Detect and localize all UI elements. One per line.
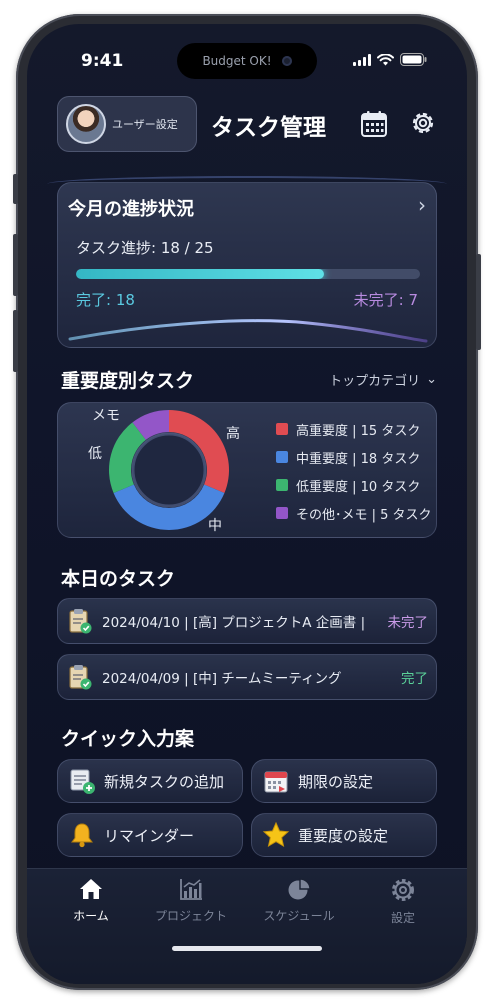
top-category-label: トップカテゴリ	[329, 374, 421, 389]
avatar	[66, 104, 106, 144]
island-text: Budget OK!	[202, 54, 272, 68]
legend-label: 低重要度 | 10 タスク	[296, 479, 421, 495]
set-deadline-label: 期限の設定	[298, 772, 374, 791]
battery-icon	[400, 53, 427, 66]
pie-chart-icon	[288, 878, 311, 900]
legend-swatch	[276, 507, 288, 519]
bottom-tab-bar: ホーム プロジェクト スケジュール 設定	[27, 868, 467, 984]
completed-count: 完了: 18	[76, 291, 135, 309]
donut-label-low: 低	[88, 446, 102, 462]
reminder-button[interactable]: リマインダー	[57, 813, 243, 857]
priority-section-title: 重要度別タスク	[61, 370, 195, 392]
legend-row-high: 高重要度 | 15 タスク	[276, 415, 432, 443]
task-row[interactable]: 2024/04/10 | [高] プロジェクトA 企画書 | 未完了	[57, 598, 437, 644]
add-task-label: 新規タスクの追加	[104, 772, 225, 791]
dynamic-island: Budget OK!	[177, 43, 317, 79]
set-priority-label: 重要度の設定	[298, 826, 389, 845]
set-priority-button[interactable]: 重要度の設定	[251, 813, 437, 857]
legend-row-low: 低重要度 | 10 タスク	[276, 471, 432, 499]
home-icon	[80, 879, 102, 899]
top-category-dropdown[interactable]: トップカテゴリ ⌄	[329, 370, 437, 389]
legend-row-mid: 中重要度 | 18 タスク	[276, 443, 432, 471]
tab-label: プロジェクト	[154, 909, 227, 923]
tab-settings[interactable]: 設定	[358, 877, 448, 926]
add-task-button[interactable]: 新規タスクの追加	[57, 759, 243, 803]
priority-legend: 高重要度 | 15 タスク 中重要度 | 18 タスク 低重要度 | 10 タス…	[276, 415, 432, 527]
calendar-icon[interactable]	[360, 110, 388, 138]
task-row[interactable]: 2024/04/09 | [中] チームミーティング 完了	[57, 654, 437, 700]
legend-label: 高重要度 | 15 タスク	[296, 423, 421, 439]
status-time: 9:41	[81, 51, 124, 71]
app-screen: 9:41 Budget OK! ユーザー設定 タスク管理 今月の進捗状況 › タ…	[27, 24, 467, 984]
user-settings-button[interactable]: ユーザー設定	[57, 96, 197, 152]
legend-row-memo: その他･メモ | 5 タスク	[276, 499, 432, 527]
add-task-icon	[70, 769, 95, 794]
incomplete-count: 未完了: 7	[353, 291, 418, 309]
bell-icon	[71, 823, 93, 848]
app-header: ユーザー設定 タスク管理	[27, 96, 467, 186]
progress-card-title: 今月の進捗状況	[68, 199, 194, 220]
donut-label-high: 高	[226, 426, 240, 442]
status-icons	[353, 53, 427, 66]
task-clipboard-icon	[69, 665, 92, 690]
task-text: 2024/04/10 | [高] プロジェクトA 企画書 |	[102, 615, 366, 631]
task-clipboard-icon	[69, 609, 92, 634]
star-icon	[262, 821, 290, 848]
quick-section-title: クイック入力案	[61, 728, 195, 750]
progress-bar-fill	[76, 269, 324, 279]
legend-swatch	[276, 451, 288, 463]
donut-label-mid: 中	[208, 518, 222, 534]
bar-chart-icon	[180, 879, 202, 900]
legend-label: 中重要度 | 18 タスク	[296, 451, 421, 467]
priority-chart-card: メモ 低 高 中 高重要度 | 15 タスク 中重要度 | 18 タスク 低重要…	[57, 402, 437, 538]
monthly-progress-card[interactable]: 今月の進捗状況 › タスク進捗: 18 / 25 完了: 18 未完了: 7	[57, 182, 437, 348]
settings-gear-icon[interactable]	[408, 108, 438, 138]
legend-swatch	[276, 479, 288, 491]
tab-project[interactable]: プロジェクト	[146, 877, 236, 924]
tab-label: スケジュール	[263, 909, 335, 923]
calendar-icon	[264, 771, 288, 793]
task-status: 未完了	[387, 615, 429, 631]
progress-bar	[76, 269, 420, 279]
chevron-right-icon[interactable]: ›	[418, 193, 426, 217]
chevron-down-icon: ⌄	[426, 372, 437, 387]
set-deadline-button[interactable]: 期限の設定	[251, 759, 437, 803]
user-settings-label: ユーザー設定	[112, 118, 178, 131]
tab-label: 設定	[390, 911, 415, 925]
reminder-label: リマインダー	[104, 826, 195, 845]
gear-icon	[392, 879, 414, 901]
legend-label: その他･メモ | 5 タスク	[296, 507, 432, 523]
wifi-icon	[377, 53, 394, 65]
camera-icon	[281, 56, 292, 66]
progress-wave-decoration	[68, 319, 428, 343]
tab-schedule[interactable]: スケジュール	[254, 877, 344, 924]
donut-label-memo: メモ	[92, 408, 120, 424]
signal-icon	[353, 53, 371, 66]
today-section-title: 本日のタスク	[61, 568, 176, 590]
donut-hole	[131, 432, 207, 508]
task-status: 完了	[401, 671, 428, 687]
page-title: タスク管理	[211, 115, 326, 141]
legend-swatch	[276, 423, 288, 435]
task-progress-label: タスク進捗: 18 / 25	[76, 239, 214, 257]
tab-home[interactable]: ホーム	[46, 877, 136, 924]
home-indicator	[172, 946, 322, 951]
task-text: 2024/04/09 | [中] チームミーティング	[102, 671, 342, 687]
tab-label: ホーム	[73, 909, 109, 923]
